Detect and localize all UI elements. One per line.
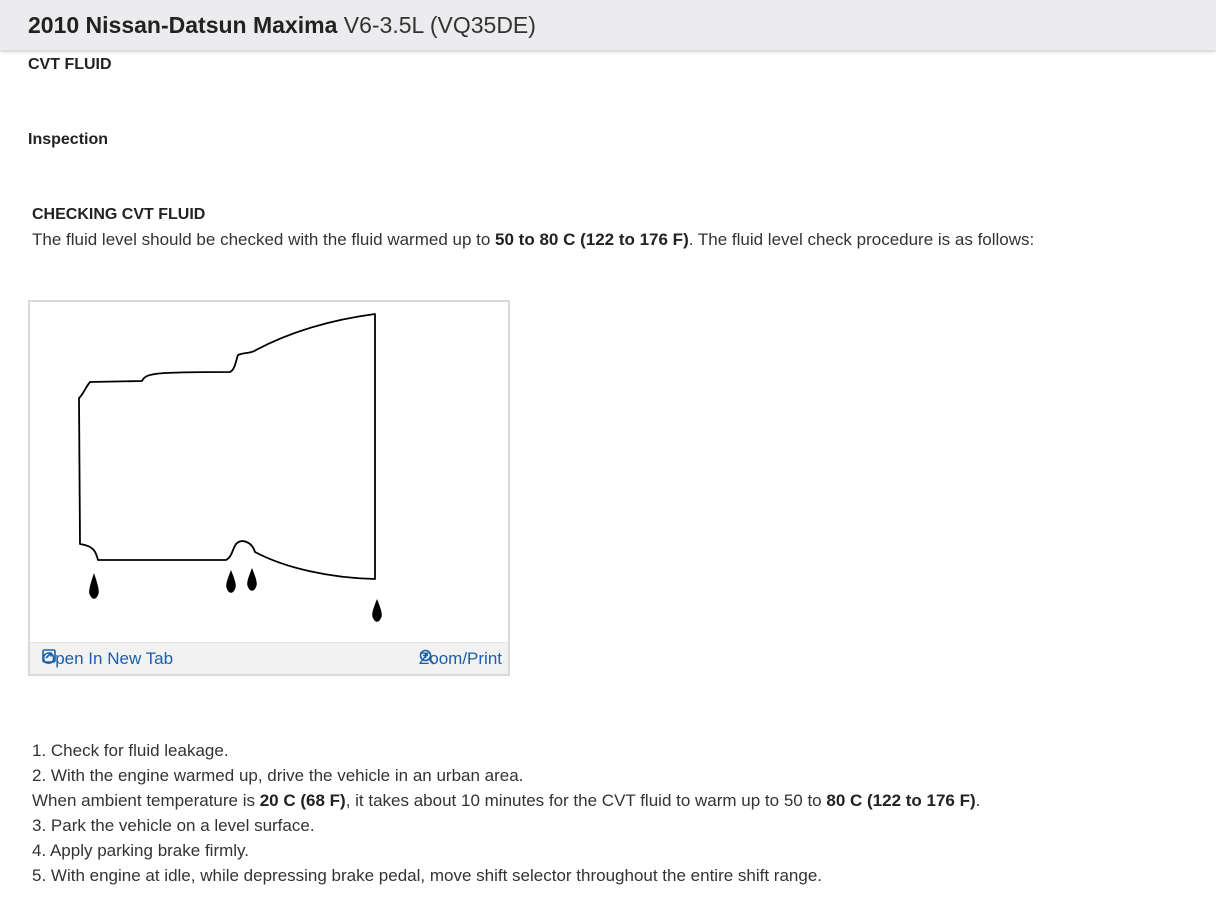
- figure-toolbar: Open In New Tab Zoom/Print: [30, 642, 508, 674]
- transmission-diagram: [78, 313, 382, 622]
- temperature-note: When ambient temperature is 20 C (68 F),…: [32, 788, 980, 813]
- note-text: When ambient temperature is: [32, 791, 260, 810]
- fluid-drop: [226, 570, 236, 593]
- checking-title: CHECKING CVT FLUID: [32, 206, 206, 223]
- zoom-in-icon: [419, 649, 435, 665]
- section-title: CVT FLUID: [28, 56, 112, 73]
- open-in-new-tab-link[interactable]: Open In New Tab: [42, 649, 173, 669]
- intro-paragraph: The fluid level should be checked with t…: [32, 230, 1034, 250]
- subsection-title: Inspection: [28, 131, 109, 148]
- engine-spec: V6-3.5L (VQ35DE): [343, 12, 536, 38]
- note-target-temp: 80 C (122 to 176 F): [826, 791, 976, 810]
- step-item: 3. Park the vehicle on a level surface.: [32, 816, 315, 835]
- step-item: 4. Apply parking brake firmly.: [32, 841, 249, 860]
- open-new-tab-icon: [42, 649, 56, 663]
- transmission-outline: [78, 313, 376, 580]
- fluid-drop: [89, 573, 99, 599]
- note-ambient-temp: 20 C (68 F): [259, 791, 346, 810]
- note-text: , it takes about 10 minutes for the CVT …: [345, 791, 827, 810]
- fluid-drop: [247, 568, 257, 591]
- step-item: 1. Check for fluid leakage.: [32, 741, 229, 760]
- open-in-new-tab-label: Open In New Tab: [42, 649, 174, 668]
- intro-text-end: . The fluid level check procedure is as …: [688, 230, 1035, 249]
- page-title: 2010 Nissan-Datsun Maxima V6-3.5L (VQ35D…: [28, 12, 536, 39]
- zoom-print-link[interactable]: Zoom/Print: [419, 649, 502, 669]
- step-item: 2. With the engine warmed up, drive the …: [32, 766, 524, 785]
- fluid-drop: [372, 599, 382, 622]
- step-item: 5. With engine at idle, while depressing…: [32, 866, 823, 885]
- page-header: 2010 Nissan-Datsun Maxima V6-3.5L (VQ35D…: [0, 0, 1216, 50]
- procedure-steps: 1. Check for fluid leakage. 2. With the …: [32, 738, 980, 888]
- figure-container: Open In New Tab Zoom/Print: [28, 300, 510, 676]
- note-text: .: [975, 791, 981, 810]
- vehicle-name: 2010 Nissan-Datsun Maxima: [28, 12, 338, 38]
- intro-temperature: 50 to 80 C (122 to 176 F): [495, 230, 689, 249]
- intro-text: The fluid level should be checked with t…: [32, 230, 496, 249]
